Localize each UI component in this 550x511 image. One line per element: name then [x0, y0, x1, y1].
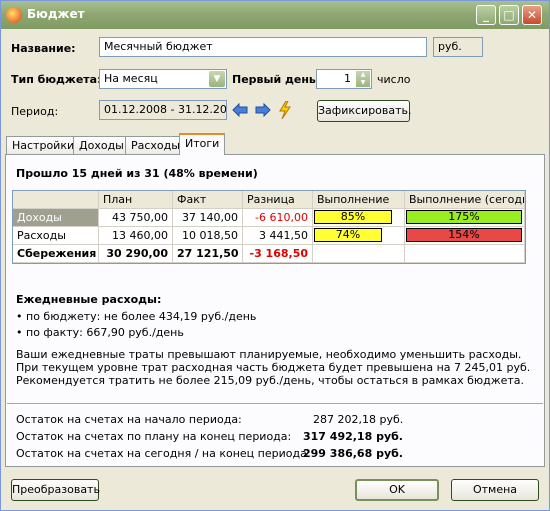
progress-today-bar: 175%	[406, 210, 522, 224]
minimize-icon: _	[483, 8, 489, 22]
period-field: 01.12.2008 - 31.12.2008	[99, 100, 227, 120]
app-icon	[6, 7, 22, 23]
row-name: Расходы	[13, 227, 99, 245]
advice-line: Ваши ежедневные траты превышают планируе…	[16, 348, 522, 361]
progress-today-cell	[405, 245, 525, 263]
tab-expenses[interactable]: Расходы	[125, 136, 186, 154]
tab-settings[interactable]: Настройки	[6, 136, 81, 154]
column-header: Разница	[243, 191, 313, 209]
lightning-icon[interactable]	[278, 101, 292, 119]
convert-button[interactable]: Преобразовать	[11, 479, 100, 501]
budget-type-label: Тип бюджета:	[11, 73, 102, 86]
diff-value: 3 441,50	[243, 227, 313, 245]
header-corner	[13, 191, 99, 209]
row-name: Доходы	[13, 209, 99, 227]
window-title: Бюджет	[27, 7, 85, 21]
daily-item: • по факту: 667,90 руб./день	[16, 326, 184, 339]
diff-value: -6 610,00	[243, 209, 313, 227]
balance-value: 299 386,68 руб.	[303, 447, 403, 460]
diff-value: -3 168,50	[243, 245, 313, 263]
arrow-right-icon[interactable]	[255, 103, 271, 117]
fact-value: 10 018,50	[173, 227, 243, 245]
close-icon: ✕	[526, 8, 538, 22]
fact-value: 37 140,00	[173, 209, 243, 227]
plan-value: 43 750,00	[99, 209, 173, 227]
progress-today-cell: 154%	[405, 227, 525, 245]
balance-label: Остаток на счетах по плану на конец пери…	[16, 430, 292, 443]
column-header: План	[99, 191, 173, 209]
first-day-spinner[interactable]: 1 ▲ ▼	[316, 69, 372, 89]
name-label: Название:	[11, 42, 76, 55]
divider	[7, 403, 543, 405]
tab-income[interactable]: Доходы	[73, 136, 130, 154]
chevron-down-icon[interactable]: ▼	[209, 71, 225, 87]
cancel-button[interactable]: Отмена	[451, 479, 539, 501]
progress-bar: 74%	[314, 228, 382, 242]
balance-label: Остаток на счетах на начало периода:	[16, 413, 242, 426]
elapsed-text: Прошло 15 дней из 31 (48% времени)	[16, 167, 258, 180]
column-header: Факт	[173, 191, 243, 209]
balance-value: 287 202,18 руб.	[313, 413, 404, 426]
plan-value: 13 460,00	[99, 227, 173, 245]
maximize-button[interactable]: □	[499, 5, 519, 25]
balance-label: Остаток на счетах на сегодня / на конец …	[16, 447, 311, 460]
fact-value: 27 121,50	[173, 245, 243, 263]
spinner-arrows-icon[interactable]: ▲ ▼	[356, 71, 370, 87]
maximize-icon: □	[503, 8, 515, 22]
column-header: Выполнение	[313, 191, 405, 209]
balance-value: 317 492,18 руб.	[303, 430, 403, 443]
fix-button[interactable]: Зафиксировать.	[317, 100, 412, 122]
daily-by-budget: по бюджету: не более 434,19 руб./день	[26, 310, 257, 323]
first-day-unit: число	[377, 73, 411, 86]
advice-line: При текущем уровне трат расходная часть …	[16, 361, 531, 374]
daily-by-fact: по факту: 667,90 руб./день	[26, 326, 184, 339]
period-label: Период:	[11, 105, 59, 118]
name-input[interactable]: Месячный бюджет	[99, 37, 427, 57]
arrow-left-icon[interactable]	[232, 103, 248, 117]
daily-heading: Ежедневные расходы:	[16, 293, 162, 306]
progress-cell: 74%	[313, 227, 405, 245]
progress-today-bar: 154%	[406, 228, 522, 242]
progress-cell: 85%	[313, 209, 405, 227]
plan-value: 30 290,00	[99, 245, 173, 263]
summary-table[interactable]: План Факт Разница Выполнение Выполнение …	[12, 190, 526, 264]
column-header: Выполнение (сегодня)	[405, 191, 525, 209]
progress-today-cell: 175%	[405, 209, 525, 227]
title-bar[interactable]: Бюджет _ □ ✕	[1, 1, 549, 29]
daily-item: • по бюджету: не более 434,19 руб./день	[16, 310, 257, 323]
progress-cell	[313, 245, 405, 263]
row-name: Сбережения	[13, 245, 99, 263]
ok-button[interactable]: OK	[355, 479, 439, 501]
currency-field: руб.	[433, 37, 483, 57]
budget-type-value: На месяц	[104, 72, 158, 85]
budget-type-select[interactable]: На месяц ▼	[99, 69, 227, 89]
first-day-label: Первый день:	[232, 73, 321, 86]
minimize-button[interactable]: _	[476, 5, 496, 25]
budget-window: Бюджет _ □ ✕ Название: Месячный бюджет р…	[0, 0, 550, 511]
first-day-value: 1	[344, 72, 351, 85]
close-button[interactable]: ✕	[522, 5, 542, 25]
progress-bar: 85%	[314, 210, 392, 224]
advice-line: Рекомендуется тратить не более 215,09 ру…	[16, 374, 525, 387]
tab-totals[interactable]: Итоги	[179, 133, 226, 155]
